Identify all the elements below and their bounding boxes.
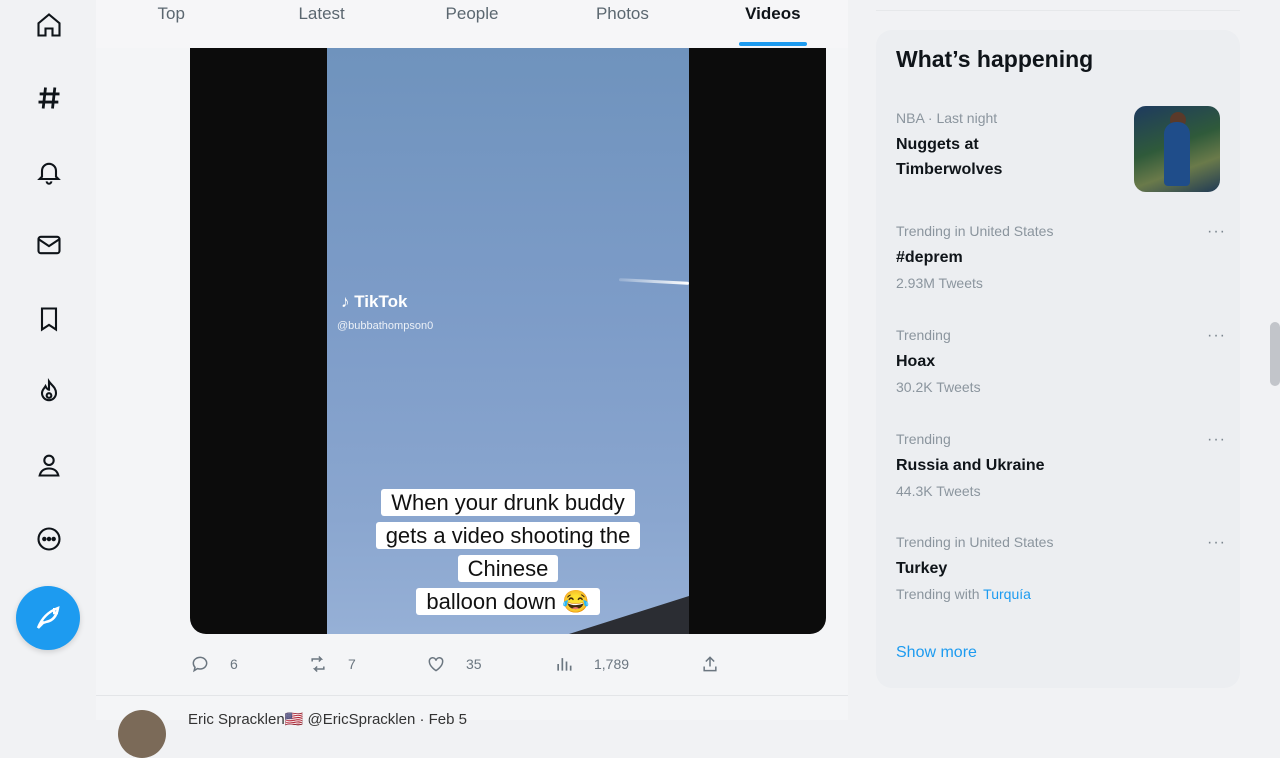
tiktok-handle: @bubbathompson0 [337,320,434,332]
tiktok-watermark: ♪ TikTok [341,292,407,312]
more-circle-icon[interactable] [30,520,68,558]
trend-title: Turkey [896,560,948,577]
trend-tweet-count: 30.2K Tweets [896,379,981,395]
profile-icon[interactable] [30,446,68,484]
panel-title: What’s happening [896,46,1094,72]
views-button[interactable]: 1,789 [554,650,629,678]
trend-meta: Trending [896,327,951,343]
retweet-icon [311,655,325,673]
messages-envelope-icon[interactable] [30,226,68,264]
caption-line: balloon down 😂 [416,588,600,615]
compose-feather-icon [36,606,60,629]
trend-title: Nuggets at Timberwolves [896,136,1003,178]
compose-button[interactable] [16,586,80,650]
reply-icon [192,656,208,673]
trend-meta: Trending in United States [896,223,1054,239]
trend-tweet-count: 2.93M Tweets [896,275,983,291]
tab-videos[interactable]: Videos [698,0,848,48]
trend-item[interactable]: Trending Russia and Ukraine 44.3K Tweets… [896,431,1226,499]
reply-count: 6 [230,656,238,672]
trend-meta: Trending in United States [896,534,1054,550]
contrail [618,278,690,285]
caption-line: gets a video shooting the [375,522,641,549]
share-button[interactable] [700,650,740,678]
trend-item[interactable]: Trending in United States Turkey Trendin… [896,534,1226,602]
caption-line: When your drunk buddy [381,489,635,516]
tweet-video-player[interactable]: ♪ TikTok @bubbathompson0 When your drunk… [190,48,826,634]
views-count: 1,789 [594,656,630,672]
home-icon[interactable] [30,6,68,44]
search-bar-edge [876,0,1240,11]
trend-title: #deprem [896,249,963,266]
search-results-column: Top Latest People Photos Videos ♪ TikTok… [96,0,848,758]
like-count: 35 [466,656,482,672]
video-caption: When your drunk buddy gets a video shoot… [347,486,669,618]
reply-button[interactable]: 6 [190,650,238,678]
trend-context-link[interactable]: Turquía [983,586,1031,602]
share-icon [703,656,717,672]
trend-tweet-count: 44.3K Tweets [896,483,981,499]
next-tweet-author: Eric Spracklen🇺🇸 @EricSpracklen · Feb 5 [188,711,467,728]
views-chart-icon [557,658,572,671]
video-frame: ♪ TikTok @bubbathompson0 When your drunk… [327,48,690,634]
bookmarks-icon[interactable] [30,300,68,338]
avatar[interactable] [118,710,166,758]
next-tweet[interactable]: Eric Spracklen🇺🇸 @EricSpracklen · Feb 5 [96,695,848,758]
tiktok-brand: TikTok [354,292,408,311]
tab-top[interactable]: Top [96,0,246,48]
trend-item[interactable]: Trending in United States #deprem 2.93M … [896,223,1226,291]
page-scrollbar-thumb[interactable] [1270,322,1280,386]
more-options-icon[interactable]: ··· [1207,223,1226,241]
search-tabs: Top Latest People Photos Videos [96,0,848,48]
tweet-actions: 6 7 35 1,789 [190,650,826,678]
more-options-icon[interactable]: ··· [1207,327,1226,345]
trend-context-prefix: Trending with [896,586,980,602]
tab-photos[interactable]: Photos [547,0,697,48]
show-more-link[interactable]: Show more [896,644,977,662]
trend-context: Trending with Turquía [896,586,1226,602]
notifications-bell-icon[interactable] [30,153,68,191]
caption-line: Chinese [457,555,559,582]
tab-latest[interactable]: Latest [246,0,396,48]
right-sidebar: What’s happening NBA · Last night Nugget… [848,0,1280,720]
retweet-button[interactable]: 7 [308,650,356,678]
left-nav [0,0,97,720]
explore-hashtag-icon[interactable] [30,79,68,117]
thumb-player-body [1164,122,1190,186]
trend-title: Hoax [896,353,936,370]
whats-happening-panel: What’s happening NBA · Last night Nugget… [876,30,1240,688]
trend-meta: Trending [896,431,951,447]
retweet-count: 7 [348,656,356,672]
heart-icon [428,656,444,672]
trend-title: Russia and Ukraine [896,457,1045,474]
trend-thumbnail[interactable] [1134,106,1220,192]
tiktok-icon: ♪ [341,292,350,311]
communities-icon[interactable] [30,373,68,411]
tab-people[interactable]: People [397,0,547,48]
like-button[interactable]: 35 [426,650,482,678]
more-options-icon[interactable]: ··· [1207,431,1226,449]
trend-item[interactable]: Trending Hoax 30.2K Tweets ··· [896,327,1226,395]
more-options-icon[interactable]: ··· [1207,534,1226,552]
